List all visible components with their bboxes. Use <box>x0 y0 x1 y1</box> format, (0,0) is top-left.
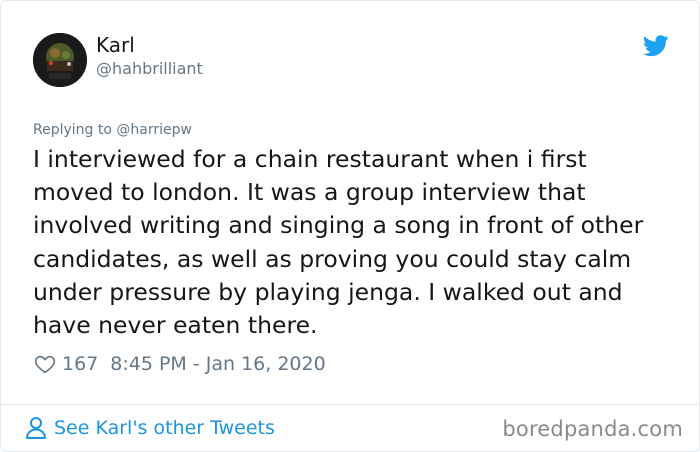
author-name[interactable]: Karl <box>96 33 135 57</box>
see-other-tweets-link[interactable]: See Karl's other Tweets <box>25 414 275 442</box>
tweet-card: Karl @hahbrilliant Replying to @harriepw… <box>0 0 700 452</box>
tweet-timestamp[interactable]: 8:45 PM - Jan 16, 2020 <box>110 353 325 375</box>
tweet-text: I interviewed for a chain restaurant whe… <box>33 145 644 340</box>
footer-divider <box>1 404 699 405</box>
avatar-image <box>33 33 87 87</box>
like-count[interactable]: 167 <box>62 353 98 375</box>
twitter-bird-icon[interactable] <box>643 35 669 57</box>
watermark: boredpanda.com <box>502 417 683 441</box>
author-handle[interactable]: @hahbrilliant <box>96 59 203 79</box>
tweet-meta: 167 8:45 PM - Jan 16, 2020 <box>34 351 326 377</box>
see-other-tweets-label[interactable]: See Karl's other Tweets <box>54 417 275 439</box>
heart-icon[interactable] <box>34 353 56 375</box>
replying-to[interactable]: Replying to @harriepw <box>33 121 192 139</box>
avatar[interactable] <box>33 33 87 87</box>
person-icon <box>26 417 46 439</box>
